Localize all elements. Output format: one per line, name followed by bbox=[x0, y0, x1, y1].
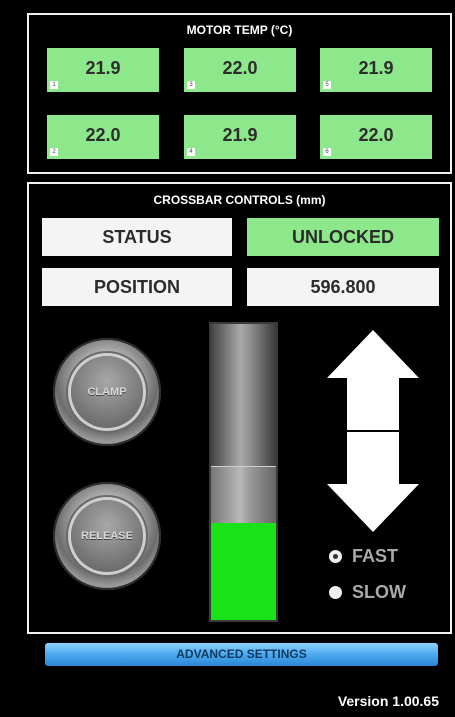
temp-value: 21.9 bbox=[358, 58, 394, 78]
motor-index: 6 bbox=[323, 148, 331, 156]
temp-value: 22.0 bbox=[222, 58, 258, 78]
motor-temp-panel: MOTOR TEMP (°C) 21.9 1 22.0 3 21.9 5 22.… bbox=[27, 13, 452, 174]
clamp-label: CLAMP bbox=[71, 356, 143, 428]
motor-index: 2 bbox=[50, 148, 58, 156]
down-arrow-icon[interactable] bbox=[327, 432, 419, 532]
speed-fast-option[interactable]: FAST bbox=[329, 546, 398, 567]
release-label: RELEASE bbox=[71, 500, 143, 572]
motor-temp-cell-1: 21.9 1 bbox=[47, 48, 159, 92]
status-value: UNLOCKED bbox=[247, 218, 439, 256]
motor-temp-cell-3: 22.0 3 bbox=[184, 48, 296, 92]
motor-index: 3 bbox=[187, 81, 195, 89]
position-slider[interactable] bbox=[209, 322, 278, 622]
advanced-settings-button[interactable]: ADVANCED SETTINGS bbox=[45, 643, 438, 666]
fast-label: FAST bbox=[352, 546, 399, 566]
radio-unselected-icon[interactable] bbox=[329, 586, 342, 599]
version-label: Version 1.00.65 bbox=[337, 693, 439, 709]
release-button[interactable]: RELEASE bbox=[53, 482, 161, 590]
crossbar-controls-panel: CROSSBAR CONTROLS (mm) STATUS UNLOCKED P… bbox=[27, 182, 452, 634]
temp-value: 21.9 bbox=[222, 125, 258, 145]
position-slider-fill bbox=[211, 522, 276, 620]
temp-value: 22.0 bbox=[85, 125, 121, 145]
speed-slow-option[interactable]: SLOW bbox=[329, 582, 406, 603]
motor-index: 5 bbox=[323, 81, 331, 89]
position-value: 596.800 bbox=[247, 268, 439, 306]
motor-index: 4 bbox=[187, 148, 195, 156]
position-label: POSITION bbox=[42, 268, 232, 306]
up-arrow-icon[interactable] bbox=[327, 330, 419, 430]
motor-temp-cell-4: 21.9 4 bbox=[184, 115, 296, 159]
motor-temp-cell-6: 22.0 6 bbox=[320, 115, 432, 159]
motor-temp-cell-2: 22.0 2 bbox=[47, 115, 159, 159]
status-label: STATUS bbox=[42, 218, 232, 256]
motor-index: 1 bbox=[50, 81, 58, 89]
temp-value: 22.0 bbox=[358, 125, 394, 145]
radio-selected-icon[interactable] bbox=[329, 550, 342, 563]
jog-arrows bbox=[327, 330, 419, 532]
position-slider-thumb[interactable] bbox=[211, 466, 276, 523]
motor-temp-cell-5: 21.9 5 bbox=[320, 48, 432, 92]
clamp-button[interactable]: CLAMP bbox=[53, 338, 161, 446]
crossbar-controls-title: CROSSBAR CONTROLS (mm) bbox=[153, 193, 326, 207]
slow-label: SLOW bbox=[352, 582, 406, 602]
motor-temp-title: MOTOR TEMP (°C) bbox=[186, 23, 293, 37]
temp-value: 21.9 bbox=[85, 58, 121, 78]
